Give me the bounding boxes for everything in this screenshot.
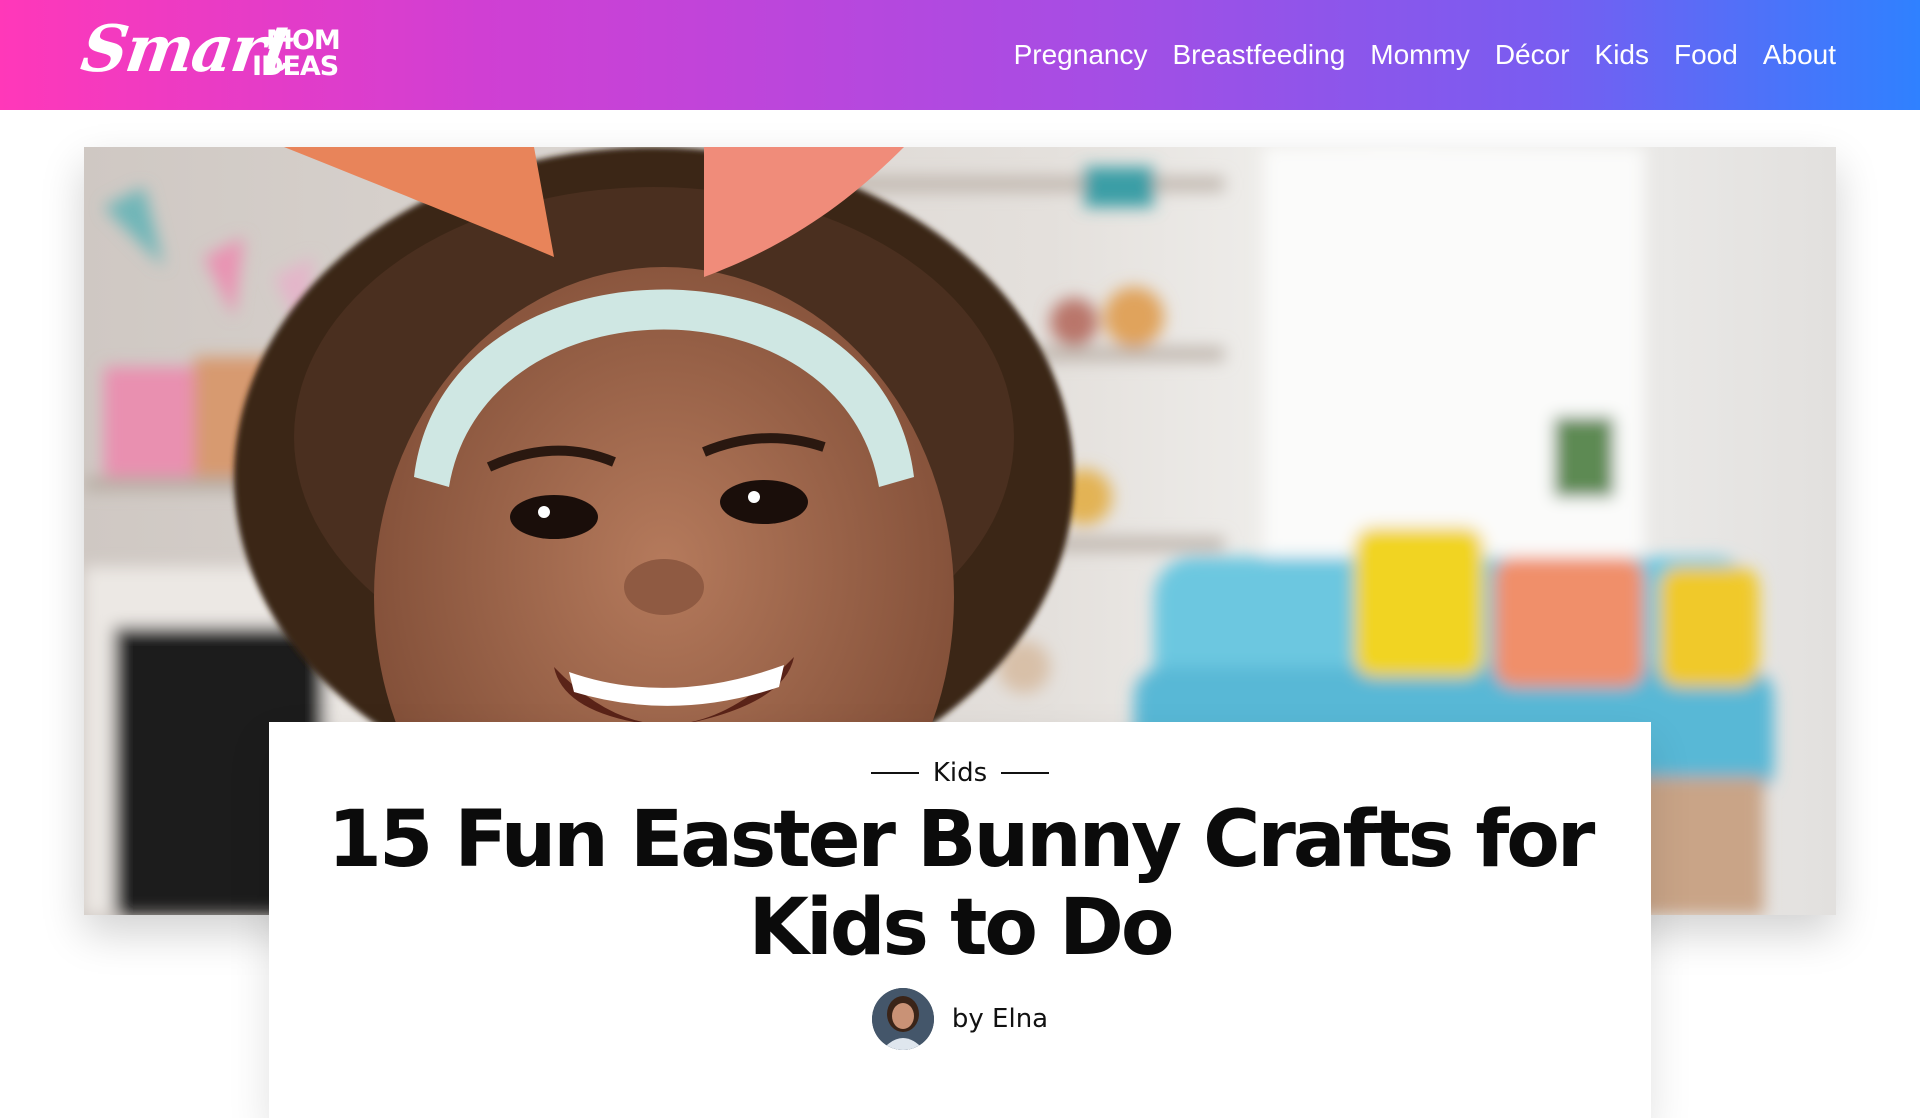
author-link[interactable]: by Elna: [952, 1004, 1048, 1034]
site-header: Smart MOM IDEAS Pregnancy Breastfeeding …: [0, 0, 1920, 110]
main-nav: Pregnancy Breastfeeding Mommy Décor Kids…: [1014, 33, 1836, 77]
nav-item-breastfeeding[interactable]: Breastfeeding: [1172, 33, 1345, 77]
logo-wordmark: MOM IDEAS: [252, 27, 341, 82]
nav-item-about[interactable]: About: [1763, 33, 1836, 77]
post-title-card: Kids 15 Fun Easter Bunny Crafts for Kids…: [269, 722, 1651, 1118]
nav-item-kids[interactable]: Kids: [1595, 33, 1649, 77]
author-avatar[interactable]: [871, 988, 934, 1050]
nav-item-decor[interactable]: Décor: [1495, 33, 1570, 77]
post-category: Kids: [269, 758, 1651, 788]
avatar-photo: [871, 988, 934, 1050]
nav-item-pregnancy[interactable]: Pregnancy: [1014, 33, 1148, 77]
byline: by Elna: [269, 988, 1651, 1050]
nav-item-mommy[interactable]: Mommy: [1370, 33, 1470, 77]
site-logo[interactable]: Smart MOM IDEAS: [77, 10, 342, 100]
logo-ideas-text: IDEAS: [252, 51, 339, 82]
category-dash-right: [1001, 772, 1050, 774]
post-title: 15 Fun Easter Bunny Crafts for Kids to D…: [327, 795, 1596, 973]
category-link[interactable]: Kids: [933, 758, 987, 788]
category-dash-left: [870, 772, 919, 774]
nav-item-food[interactable]: Food: [1674, 33, 1738, 77]
